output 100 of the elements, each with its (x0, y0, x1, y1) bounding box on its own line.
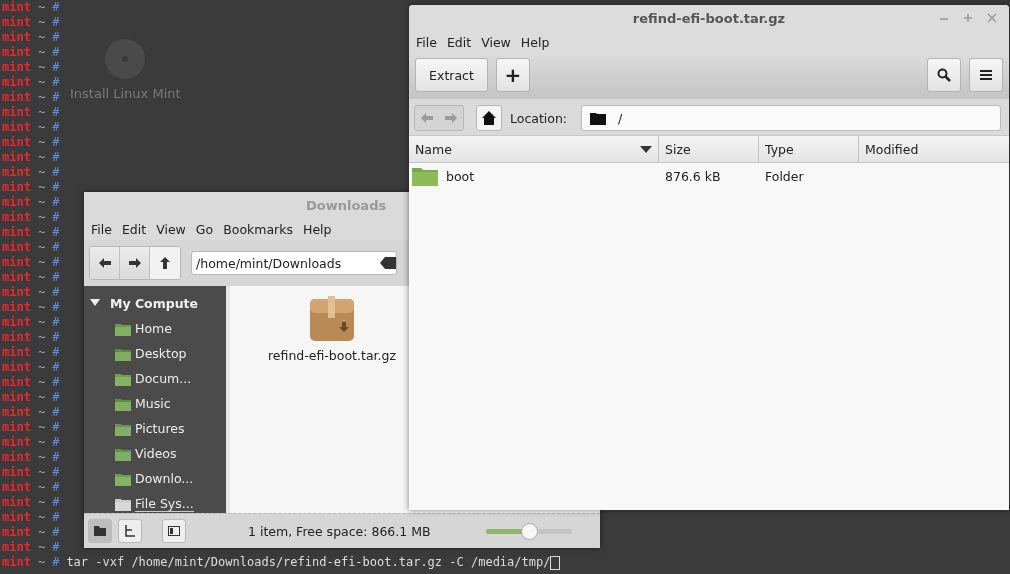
prompt-sign: # (52, 465, 60, 480)
folder-icon (115, 371, 131, 386)
sidebar-item[interactable]: Desktop (84, 341, 226, 366)
sidebar-item[interactable]: File Sys... (84, 491, 226, 516)
sidebar-item[interactable]: Pictures (84, 416, 226, 441)
menu-item[interactable]: Go (190, 221, 219, 237)
add-button[interactable]: + (496, 58, 530, 92)
up-button[interactable] (150, 247, 180, 279)
expander-icon[interactable] (90, 299, 100, 307)
sidebar-item[interactable]: Videos (84, 441, 226, 466)
prompt-user: mint (2, 390, 31, 405)
prompt-user: mint (2, 15, 31, 30)
prompt-path: ~ (37, 240, 46, 255)
prompt-sign: # (52, 150, 60, 165)
prompt-sign: # (52, 135, 60, 150)
location-field[interactable]: / (581, 105, 1001, 131)
file-name[interactable]: refind-efi-boot.tar.gz (268, 348, 396, 363)
prompt-user: mint (2, 300, 31, 315)
prompt-sign: # (52, 180, 60, 195)
prompt-path: ~ (37, 255, 46, 270)
prompt-sign: # (52, 315, 60, 330)
prompt-path: ~ (37, 135, 46, 150)
prompt-user: mint (2, 240, 31, 255)
sidebar-item[interactable]: Docum... (84, 366, 226, 391)
column-header[interactable]: Modified (859, 136, 1009, 162)
desktop-icon-label: Install Linux Mint (70, 86, 181, 101)
menu-item[interactable]: Edit (116, 221, 152, 237)
sidebar-item[interactable]: Downlo... (84, 466, 226, 491)
prompt-user: mint (2, 315, 31, 330)
column-header[interactable]: Size (659, 136, 759, 162)
prompt-sign: # (52, 555, 60, 570)
home-button[interactable] (476, 105, 502, 131)
back-button[interactable] (90, 247, 120, 279)
status-text: 1 item, Free space: 866.1 MB (248, 523, 431, 539)
prompt-sign: # (52, 120, 60, 135)
prompt-sign: # (52, 345, 60, 360)
menu-item[interactable]: File (411, 34, 442, 50)
prompt-user: mint (2, 525, 31, 540)
folder-icon (590, 111, 607, 125)
table-cell[interactable]: boot (446, 168, 475, 184)
left-arrow-icon (98, 258, 111, 268)
prompt-sign: # (52, 450, 60, 465)
clear-icon (380, 257, 396, 269)
prompt-path: ~ (37, 120, 46, 135)
prompt-path: ~ (37, 225, 46, 240)
tree-button[interactable] (118, 519, 142, 543)
prompt-path: ~ (37, 195, 46, 210)
prompt-sign: # (52, 195, 60, 210)
location-field[interactable]: /home/mint/Downloads (191, 251, 397, 275)
menu-item[interactable]: Help (298, 221, 337, 237)
folder-icon (115, 346, 131, 361)
search-button[interactable] (927, 58, 961, 92)
prompt-sign: # (52, 75, 60, 90)
prompt-path: ~ (37, 510, 46, 525)
prompt-sign: # (52, 240, 60, 255)
column-header[interactable]: Type (759, 136, 859, 162)
sidebar-item[interactable]: Home (84, 316, 226, 341)
prompt-sign: # (52, 285, 60, 300)
prompt-sign: # (52, 375, 60, 390)
prompt-user: mint (2, 285, 31, 300)
prompt-sign: # (52, 45, 60, 60)
prompt-user: mint (2, 45, 31, 60)
location-label: Location: (510, 110, 568, 126)
menu-item[interactable]: Bookmarks (218, 221, 298, 237)
folder-icon (94, 526, 106, 536)
menu-item[interactable]: File (86, 221, 117, 237)
menu-item[interactable]: View (151, 221, 191, 237)
prompt-user: mint (2, 195, 31, 210)
prompt-user: mint (2, 150, 31, 165)
prompt-user: mint (2, 120, 31, 135)
forward-button[interactable] (120, 247, 150, 279)
prompt-path: ~ (37, 165, 46, 180)
prompt-user: mint (2, 105, 31, 120)
prompt-sign: # (52, 540, 60, 555)
prompt-path: ~ (37, 525, 46, 540)
prompt-user: mint (2, 510, 31, 525)
menu-item[interactable]: Edit (441, 34, 477, 50)
prompt-path: ~ (37, 435, 46, 450)
prompt-path: ~ (37, 420, 46, 435)
folder-icon (115, 446, 131, 461)
menu-item[interactable]: Help (515, 34, 555, 50)
prompt-user: mint (2, 90, 31, 105)
prompt-user: mint (2, 345, 31, 360)
prompt-user: mint (2, 180, 31, 195)
extract-button[interactable]: Extract (415, 58, 488, 92)
prompt-user: mint (2, 405, 31, 420)
prompt-sign: # (52, 510, 60, 525)
prompt-path: ~ (37, 60, 46, 75)
menu-item[interactable]: View (476, 34, 516, 50)
prompt-user: mint (2, 60, 31, 75)
prompt-path: ~ (37, 540, 46, 555)
folder-icon (115, 496, 131, 511)
sidebar-item[interactable]: Music (84, 391, 226, 416)
prompt-path: ~ (37, 555, 46, 570)
column-header[interactable]: Name (409, 136, 659, 162)
menu-button[interactable] (969, 58, 1003, 92)
search-icon (937, 68, 951, 82)
tree-icon (124, 525, 136, 537)
sidebar-toggle-button[interactable] (162, 519, 186, 543)
places-button[interactable] (88, 519, 112, 543)
